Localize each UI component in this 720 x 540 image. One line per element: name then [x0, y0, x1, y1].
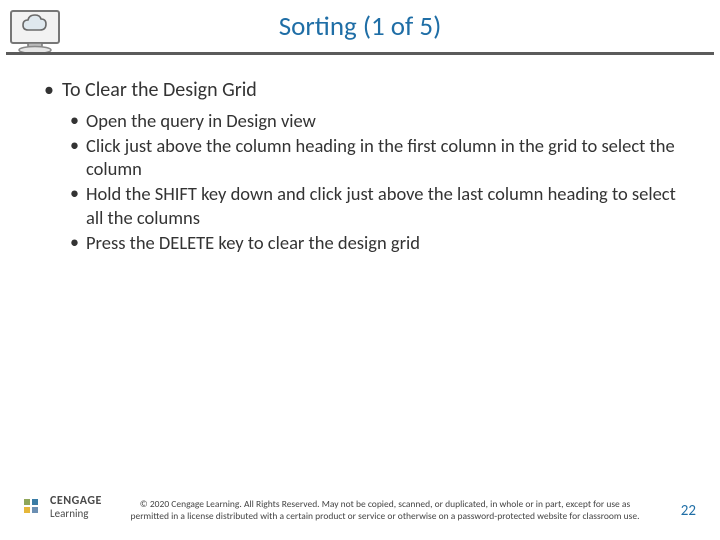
step-text: Open the query in Design view [86, 109, 316, 132]
page-number: 22 [681, 502, 696, 520]
step-item: Press the DELETE key to clear the design… [70, 231, 690, 254]
step-text: Click just above the column heading in t… [86, 134, 675, 180]
title-area: Sorting (1 of 5) [0, 10, 720, 43]
slide-title: Sorting (1 of 5) [0, 10, 720, 43]
brand-subname: Learning [50, 507, 102, 520]
brand-text-block: CENGAGE Learning [50, 495, 102, 520]
brand-name: CENGAGE [50, 495, 102, 507]
step-item: Open the query in Design view [70, 109, 690, 132]
sub-bullets: Open the query in Design view Click just… [70, 109, 690, 254]
footer: CENGAGE Learning © 2020 Cengage Learning… [0, 476, 720, 522]
main-bullet-text: To Clear the Design Grid [62, 78, 257, 102]
title-divider [6, 52, 714, 55]
cengage-mark-icon [22, 497, 44, 519]
brand-logo: CENGAGE Learning [22, 495, 102, 520]
body-content: To Clear the Design Grid Open the query … [44, 78, 690, 256]
step-text: Press the DELETE key to clear the design… [86, 231, 420, 254]
copyright-text: © 2020 Cengage Learning. All Rights Rese… [130, 499, 640, 522]
slide: Sorting (1 of 5) To Clear the Design Gri… [0, 0, 720, 540]
step-item: Hold the SHIFT key down and click just a… [70, 182, 690, 228]
step-text: Hold the SHIFT key down and click just a… [86, 182, 676, 228]
main-bullet: To Clear the Design Grid [44, 78, 690, 103]
step-item: Click just above the column heading in t… [70, 134, 690, 180]
